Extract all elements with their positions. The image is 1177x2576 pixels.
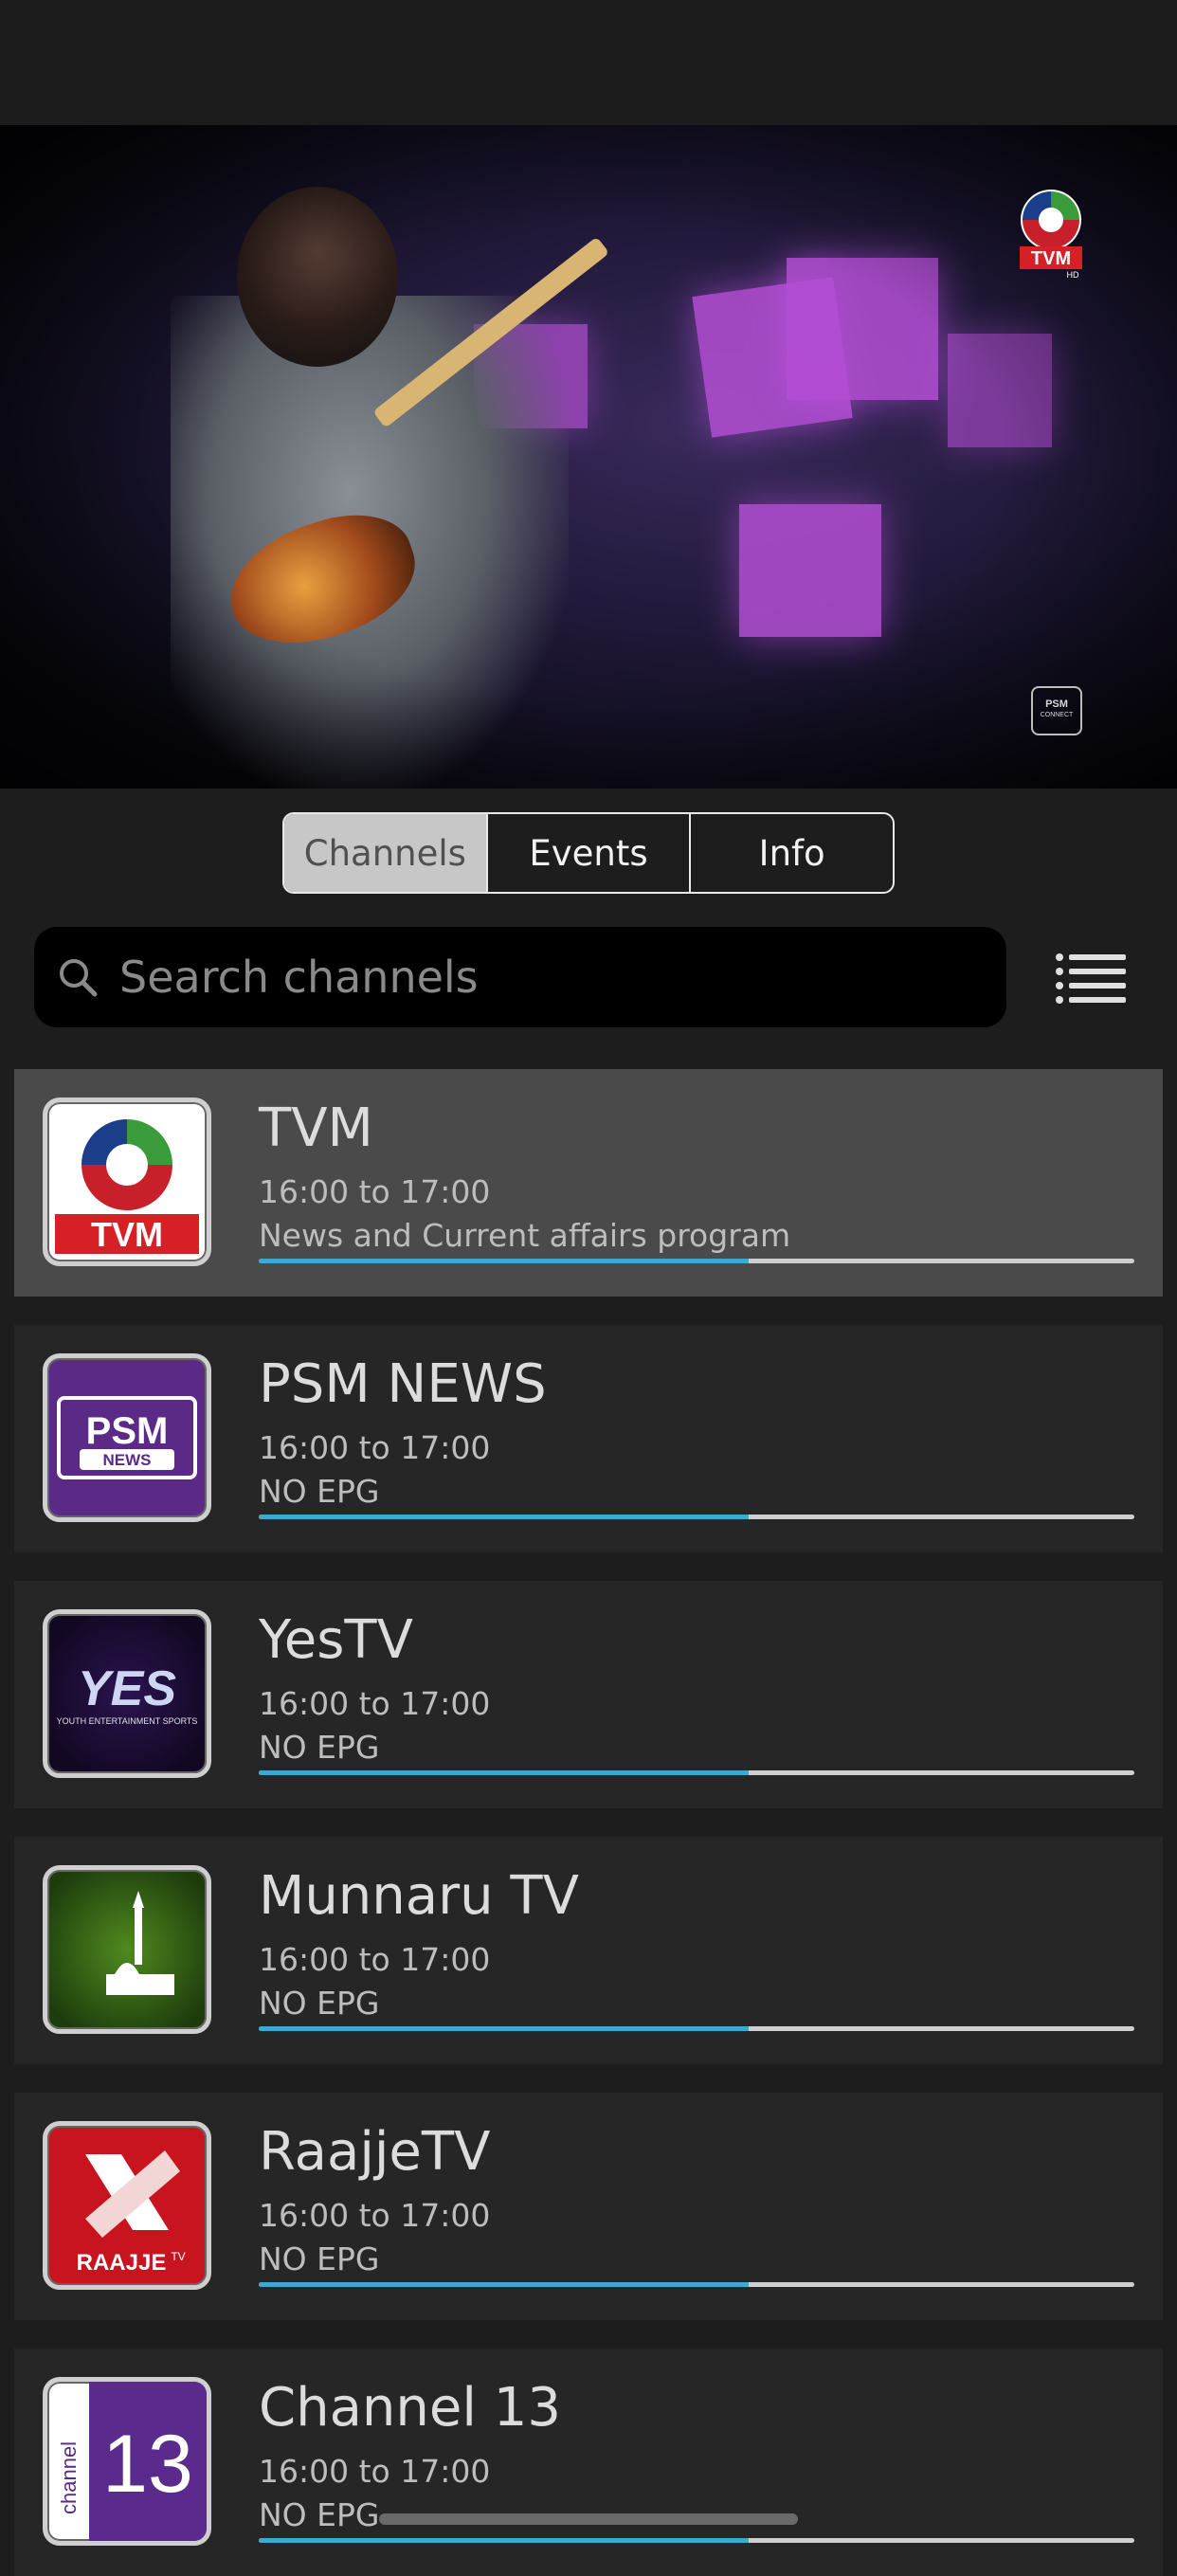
- channel-program: NO EPG: [259, 1985, 380, 2022]
- raajje-logo: RAAJJE TV: [43, 2121, 211, 2290]
- psm-news-logo: PSM NEWS: [43, 1353, 211, 1522]
- svg-text:TV: TV: [171, 2250, 185, 2263]
- tab-info[interactable]: Info: [689, 814, 893, 892]
- channel-program: News and Current affairs program: [259, 1217, 791, 1254]
- program-progress-bar: [259, 2282, 1134, 2287]
- status-bar-area: [0, 0, 1177, 125]
- channel-name: RaajjeTV: [259, 2121, 491, 2183]
- channel-time: 16:00 to 17:00: [259, 2197, 491, 2234]
- tab-segmented-control: Channels Events Info: [282, 812, 895, 894]
- psm-connect-watermark: PSM CONNECT: [1031, 686, 1082, 735]
- svg-text:PSM: PSM: [86, 1410, 169, 1452]
- channel-row-psm-news[interactable]: PSM NEWS PSM NEWS 16:00 to 17:00 NO EPG: [14, 1325, 1163, 1552]
- channel-program: NO EPG: [259, 2496, 380, 2533]
- channel-time: 16:00 to 17:00: [259, 1173, 491, 1210]
- channel-row-tvm[interactable]: TVM TVM 16:00 to 17:00 News and Current …: [14, 1069, 1163, 1297]
- channel-name: YesTV: [259, 1609, 413, 1671]
- channel-time: 16:00 to 17:00: [259, 2453, 491, 2490]
- tvm-logo: TVM: [43, 1098, 211, 1266]
- search-icon: [60, 959, 98, 997]
- channel-program: NO EPG: [259, 1729, 380, 1766]
- video-player[interactable]: TVM HD PSM CONNECT: [0, 125, 1177, 789]
- tab-channels[interactable]: Channels: [284, 814, 486, 892]
- search-input[interactable]: [118, 951, 955, 1004]
- channel-row-raajjetv[interactable]: RAAJJE TV RaajjeTV 16:00 to 17:00 NO EPG: [14, 2093, 1163, 2320]
- tvm-watermark-icon: TVM HD: [1018, 188, 1084, 280]
- svg-text:NEWS: NEWS: [103, 1451, 152, 1469]
- program-progress-bar: [259, 1515, 1134, 1519]
- channel-name: TVM: [259, 1098, 373, 1159]
- channel-name: Channel 13: [259, 2377, 561, 2439]
- program-progress-bar: [259, 2538, 1134, 2543]
- channel-time: 16:00 to 17:00: [259, 1685, 491, 1722]
- svg-text:13: 13: [102, 2419, 193, 2510]
- svg-text:HD: HD: [1067, 270, 1079, 279]
- channel-program: NO EPG: [259, 1473, 380, 1510]
- channel-time: 16:00 to 17:00: [259, 1941, 491, 1978]
- svg-text:TVM: TVM: [91, 1215, 163, 1254]
- svg-text:RAAJJE: RAAJJE: [77, 2250, 167, 2276]
- program-progress-bar: [259, 2026, 1134, 2031]
- tvm-watermark-text: TVM: [1031, 248, 1071, 269]
- channel-time: 16:00 to 17:00: [259, 1429, 491, 1466]
- channel13-logo: 13 channel: [43, 2377, 211, 2546]
- channel-row-channel-13[interactable]: 13 channel Channel 13 16:00 to 17:00 NO …: [14, 2349, 1163, 2576]
- search-bar: [34, 927, 1006, 1027]
- tab-events[interactable]: Events: [485, 814, 690, 892]
- yestv-logo: YES YOUTH ENTERTAINMENT SPORTS: [43, 1609, 211, 1778]
- channel-row-munnaru-tv[interactable]: Munnaru TV 16:00 to 17:00 NO EPG: [14, 1837, 1163, 2064]
- channel-program: NO EPG: [259, 2240, 380, 2277]
- list-view-icon[interactable]: [1054, 948, 1130, 1008]
- channel-name: Munnaru TV: [259, 1865, 579, 1927]
- program-progress-bar: [259, 1770, 1134, 1775]
- svg-text:YOUTH ENTERTAINMENT SPORTS: YOUTH ENTERTAINMENT SPORTS: [57, 1716, 198, 1726]
- svg-text:channel: channel: [57, 2441, 81, 2514]
- scroll-indicator[interactable]: [379, 2513, 798, 2525]
- channel-row-yestv[interactable]: YES YOUTH ENTERTAINMENT SPORTS YesTV 16:…: [14, 1581, 1163, 1808]
- program-progress-bar: [259, 1259, 1134, 1263]
- channel-name: PSM NEWS: [259, 1353, 547, 1415]
- svg-text:YES: YES: [78, 1661, 176, 1716]
- munnaru-logo: [43, 1865, 211, 2034]
